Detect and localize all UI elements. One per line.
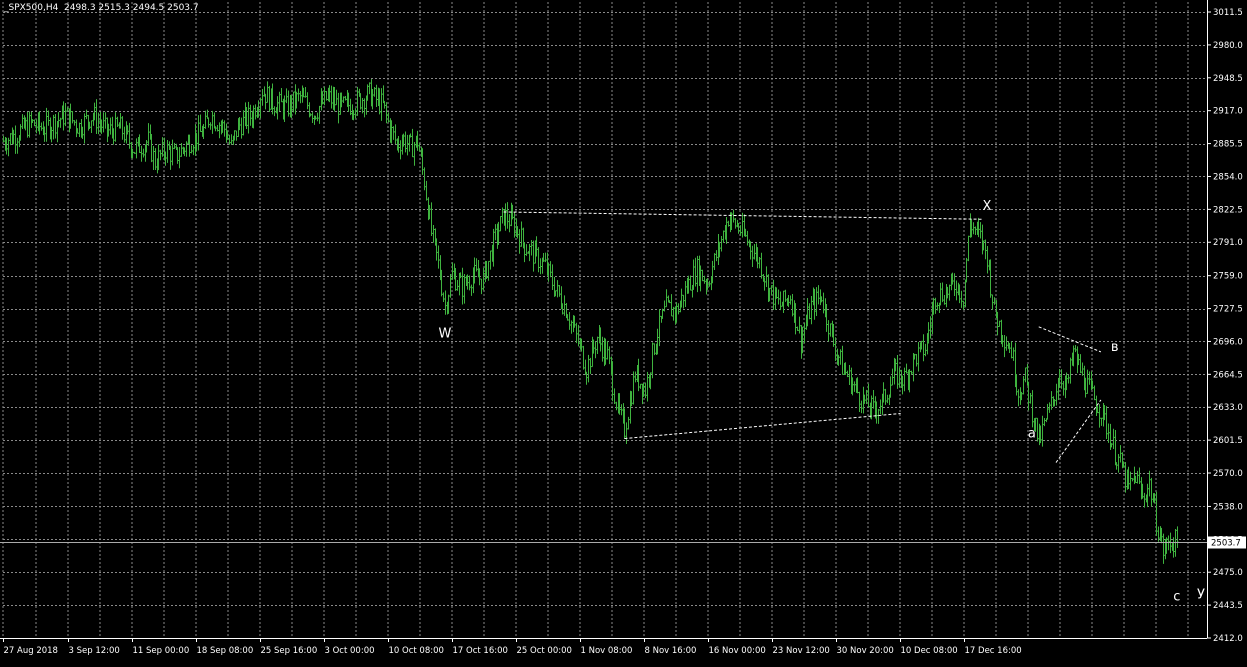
wave-label: W <box>438 326 451 341</box>
price-tick-label: 2570.0 <box>1213 469 1243 479</box>
wave-label: X <box>982 199 991 214</box>
price-tick-label: 2759.0 <box>1213 272 1243 282</box>
time-tick-label: 8 Nov 16:00 <box>645 646 697 656</box>
price-tick-label: 2475.0 <box>1213 568 1243 578</box>
time-tick-label: 25 Sep 16:00 <box>261 646 318 656</box>
wave-label: с <box>1173 589 1180 604</box>
price-tick-label: 3011.5 <box>1213 8 1243 18</box>
wave-label: в <box>1111 340 1119 355</box>
time-tick-label: 10 Oct 08:00 <box>389 646 444 656</box>
price-tick-label: 2443.5 <box>1213 601 1243 611</box>
price-tick-label: 2601.5 <box>1213 436 1243 446</box>
chart-canvas[interactable]: W Xа в с У 3011.5 2980.0 2948.5 2917.0 2885.5 285… <box>0 0 1247 663</box>
price-tick-label: 2538.0 <box>1213 502 1243 512</box>
time-tick-label: 30 Nov 20:00 <box>837 646 894 656</box>
current-price-label: 2503.7 <box>1211 539 1241 549</box>
price-tick-label: 2727.5 <box>1213 305 1243 315</box>
price-tick-label: 2664.5 <box>1213 370 1243 380</box>
time-tick-label: 3 Sep 12:00 <box>69 646 120 656</box>
wave-label: У <box>1197 587 1205 602</box>
time-tick-label: 11 Sep 00:00 <box>133 646 190 656</box>
price-tick-label: 2980.0 <box>1213 41 1243 51</box>
price-chart[interactable]: W Xа в с У 3011.5 2980.0 2948.5 2917.0 2885.5 285… <box>0 0 1247 663</box>
price-tick-label: 2917.0 <box>1213 107 1243 117</box>
price-tick-label: 2822.5 <box>1213 205 1243 215</box>
symbol-header: _SPX500,H4 2498.3 2515.3 2494.5 2503.7 <box>4 3 199 13</box>
price-tick-label: 2412.0 <box>1213 634 1243 644</box>
price-tick-label: 2791.0 <box>1213 238 1243 248</box>
time-tick-label: 25 Oct 00:00 <box>517 646 572 656</box>
time-tick-label: 18 Sep 08:00 <box>197 646 254 656</box>
time-tick-label: 27 Aug 2018 <box>4 646 58 656</box>
price-tick-label: 2885.5 <box>1213 140 1243 150</box>
price-tick-label: 2854.0 <box>1213 172 1243 182</box>
time-tick-label: 3 Oct 00:00 <box>325 646 375 656</box>
time-tick-label: 1 Nov 08:00 <box>581 646 633 656</box>
time-tick-label: 23 Nov 12:00 <box>773 646 830 656</box>
time-tick-label: 16 Nov 00:00 <box>709 646 766 656</box>
price-tick-label: 2948.5 <box>1213 74 1243 84</box>
time-tick-label: 10 Dec 08:00 <box>901 646 958 656</box>
price-tick-label: 2696.0 <box>1213 337 1243 347</box>
wave-label: а <box>1028 427 1036 442</box>
time-tick-label: 17 Dec 16:00 <box>965 646 1022 656</box>
time-tick-label: 17 Oct 16:00 <box>453 646 508 656</box>
price-tick-label: 2633.0 <box>1213 403 1243 413</box>
